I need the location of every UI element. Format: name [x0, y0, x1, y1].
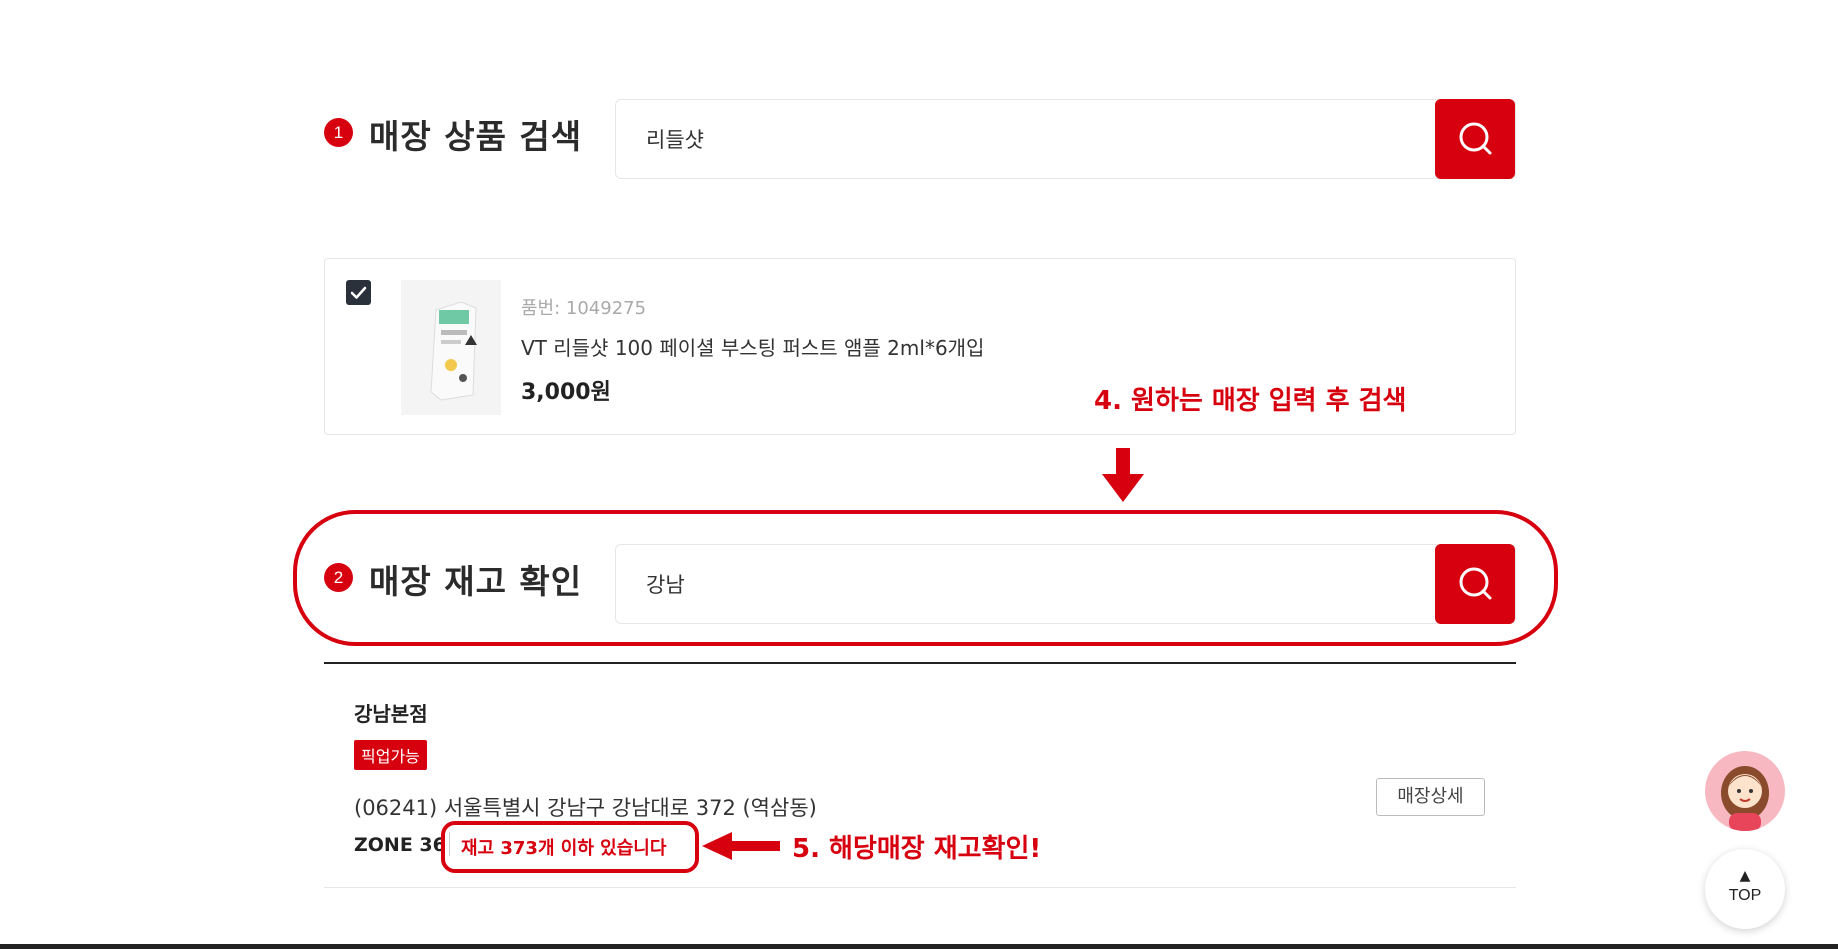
product-search-box	[615, 99, 1516, 179]
store-name[interactable]: 강남본점	[354, 698, 428, 727]
product-search-title: 매장 상품 검색	[369, 117, 583, 156]
product-price: 3,000원	[521, 380, 611, 405]
arrow-left-icon	[702, 832, 780, 860]
store-stock-title: 매장 재고 확인	[369, 562, 583, 601]
product-code: 품번: 1049275	[521, 298, 647, 319]
product-search-input[interactable]	[646, 100, 1426, 178]
store-address: (06241) 서울특별시 강남구 강남대로 372 (역삼동)	[354, 796, 817, 820]
product-image-graphic	[430, 301, 477, 401]
result-bottom-divider	[324, 887, 1516, 888]
avatar-icon	[1721, 766, 1769, 831]
annotation-step-5: 5. 해당매장 재고확인!	[792, 834, 1042, 864]
bottom-edge-bar	[0, 944, 1838, 949]
scroll-top-button[interactable]: ▲ TOP	[1705, 849, 1785, 929]
check-icon	[350, 286, 367, 299]
product-checkbox[interactable]	[346, 280, 371, 305]
result-divider	[324, 662, 1516, 664]
scroll-top-label: TOP	[1728, 887, 1762, 904]
search-icon	[1459, 567, 1492, 600]
product-image[interactable]	[401, 280, 501, 415]
arrow-down-icon	[1102, 448, 1144, 502]
annotation-step-4: 4. 원하는 매장 입력 후 검색	[1094, 386, 1407, 416]
stock-highlight	[441, 821, 699, 873]
store-search-box	[615, 544, 1516, 624]
search-icon	[1459, 122, 1492, 155]
product-name[interactable]: VT 리들샷 100 페이셜 부스팅 퍼스트 앰플 2ml*6개입	[521, 332, 984, 361]
up-arrow-icon: ▲	[1739, 868, 1751, 884]
chatbot-avatar-button[interactable]	[1705, 751, 1785, 831]
store-zone: ZONE 36	[354, 834, 446, 856]
pickup-badge: 픽업가능	[354, 740, 427, 770]
store-detail-button[interactable]: 매장상세	[1376, 778, 1485, 816]
step-1-badge: 1	[324, 118, 353, 147]
product-search-button[interactable]	[1435, 99, 1515, 179]
store-search-input[interactable]	[646, 545, 1426, 623]
store-search-button[interactable]	[1435, 544, 1515, 624]
step-2-badge: 2	[324, 563, 353, 592]
